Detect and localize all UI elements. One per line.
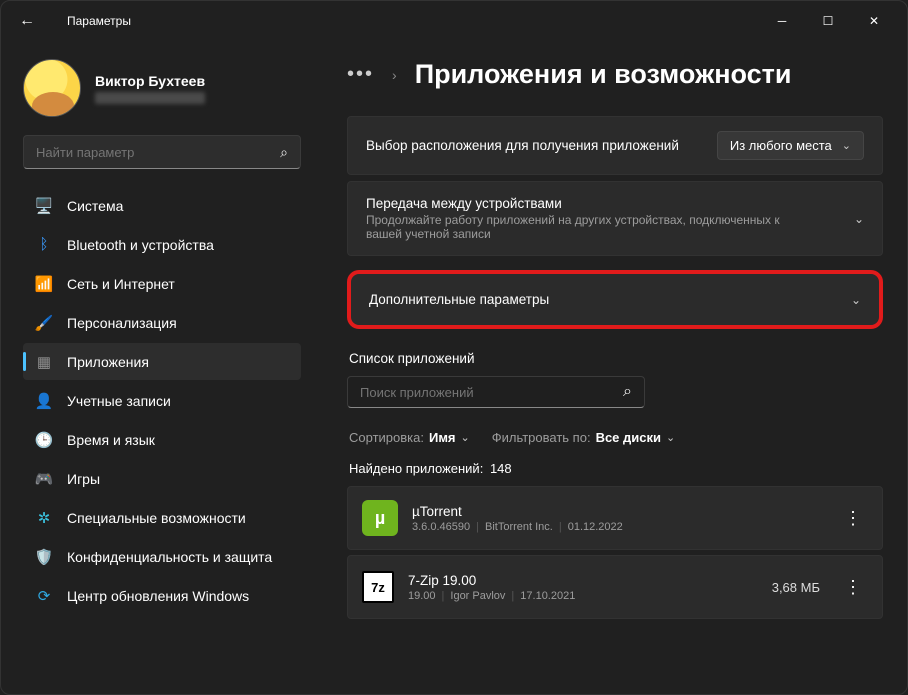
nav-icon: 🖥️: [35, 197, 53, 215]
sidebar-item-6[interactable]: 🕒 Время и язык: [23, 421, 301, 458]
app-name: 7-Zip 19.00: [408, 573, 772, 588]
nav-icon: 📶: [35, 275, 53, 293]
card-title: Дополнительные параметры: [369, 292, 549, 307]
chevron-down-icon: ⌄: [461, 431, 470, 444]
app-list: µ µTorrent 3.6.0.46590|BitTorrent Inc.|0…: [347, 486, 883, 619]
nav-icon: ᛒ: [35, 236, 53, 254]
window-controls: ─ ☐ ✕: [759, 5, 897, 37]
nav-label: Конфиденциальность и защита: [67, 549, 272, 565]
chevron-down-icon: ⌄: [842, 139, 851, 152]
dropdown-value: Из любого места: [730, 138, 832, 153]
close-button[interactable]: ✕: [851, 5, 897, 37]
app-meta: 3.6.0.46590|BitTorrent Inc.|01.12.2022: [412, 521, 820, 533]
search-icon: ⌕: [623, 383, 632, 401]
app-icon: 7z: [362, 571, 394, 603]
nav-icon: 🕒: [35, 431, 53, 449]
card-app-source[interactable]: Выбор расположения для получения приложе…: [347, 116, 883, 175]
app-icon: µ: [362, 500, 398, 536]
nav-icon: 🛡️: [35, 548, 53, 566]
app-more-button[interactable]: ⋮: [838, 573, 868, 602]
chevron-down-icon: ⌄: [854, 212, 864, 226]
page-title: Приложения и возможности: [415, 59, 792, 90]
sidebar-item-4[interactable]: ▦ Приложения: [23, 343, 301, 380]
nav-label: Система: [67, 198, 123, 214]
sidebar-search[interactable]: ⌕: [23, 135, 301, 169]
maximize-button[interactable]: ☐: [805, 5, 851, 37]
app-search[interactable]: ⌕: [347, 376, 645, 408]
nav-label: Специальные возможности: [67, 510, 246, 526]
sidebar: Виктор Бухтеев ⌕ 🖥️ Система ᛒ Bluetooth и у…: [1, 41, 313, 694]
content-area: ••• › Приложения и возможности Выбор рас…: [313, 41, 907, 694]
chevron-right-icon: ›: [392, 67, 397, 83]
user-email-blurred: [95, 92, 205, 104]
sidebar-item-1[interactable]: ᛒ Bluetooth и устройства: [23, 226, 301, 263]
user-card[interactable]: Виктор Бухтеев: [23, 59, 301, 117]
sidebar-item-5[interactable]: 👤 Учетные записи: [23, 382, 301, 419]
card-cross-device[interactable]: Передача между устройствами Продолжайте …: [347, 181, 883, 256]
nav-label: Сеть и Интернет: [67, 276, 175, 292]
user-name: Виктор Бухтеев: [95, 73, 205, 89]
sidebar-item-10[interactable]: ⟳ Центр обновления Windows: [23, 577, 301, 614]
chevron-down-icon: ⌄: [666, 431, 675, 444]
sidebar-item-3[interactable]: 🖌️ Персонализация: [23, 304, 301, 341]
breadcrumb-more-icon[interactable]: •••: [347, 63, 374, 86]
nav-icon: ⟳: [35, 587, 53, 605]
search-input[interactable]: [36, 145, 280, 160]
window-caption: Параметры: [67, 14, 131, 28]
nav-icon: 👤: [35, 392, 53, 410]
chevron-down-icon: ⌄: [851, 293, 861, 307]
nav-label: Приложения: [67, 354, 149, 370]
sidebar-item-9[interactable]: 🛡️ Конфиденциальность и защита: [23, 538, 301, 575]
section-heading-apps: Список приложений: [349, 351, 883, 366]
sort-dropdown[interactable]: Сортировка: Имя ⌄: [349, 430, 470, 445]
app-more-button[interactable]: ⋮: [838, 504, 868, 533]
nav-icon: 🎮: [35, 470, 53, 488]
app-size: 3,68 МБ: [772, 580, 820, 595]
nav-icon: ✲: [35, 509, 53, 527]
nav-label: Центр обновления Windows: [67, 588, 249, 604]
app-meta: 19.00|Igor Pavlov|17.10.2021: [408, 590, 772, 602]
title-bar: ← Параметры ─ ☐ ✕: [1, 1, 907, 41]
sort-filter-row: Сортировка: Имя ⌄ Фильтровать по: Все ди…: [349, 430, 883, 445]
minimize-button[interactable]: ─: [759, 5, 805, 37]
avatar: [23, 59, 81, 117]
card-title: Выбор расположения для получения приложе…: [366, 138, 717, 153]
app-row[interactable]: 7z 7-Zip 19.00 19.00|Igor Pavlov|17.10.2…: [347, 555, 883, 619]
nav-label: Игры: [67, 471, 100, 487]
card-additional-params[interactable]: Дополнительные параметры ⌄: [347, 270, 883, 329]
nav-icon: ▦: [35, 353, 53, 371]
card-title: Передача между устройствами: [366, 196, 844, 211]
card-subtitle: Продолжайте работу приложений на других …: [366, 213, 796, 241]
sidebar-item-2[interactable]: 📶 Сеть и Интернет: [23, 265, 301, 302]
apps-found-count: Найдено приложений: 148: [349, 461, 883, 476]
back-button[interactable]: ←: [19, 12, 49, 30]
app-source-dropdown[interactable]: Из любого места ⌄: [717, 131, 864, 160]
app-row[interactable]: µ µTorrent 3.6.0.46590|BitTorrent Inc.|0…: [347, 486, 883, 550]
search-icon: ⌕: [280, 144, 288, 161]
sidebar-item-7[interactable]: 🎮 Игры: [23, 460, 301, 497]
breadcrumb: ••• › Приложения и возможности: [347, 59, 883, 90]
app-name: µTorrent: [412, 504, 820, 519]
nav-label: Персонализация: [67, 315, 177, 331]
app-search-input[interactable]: [360, 385, 623, 400]
filter-dropdown[interactable]: Фильтровать по: Все диски ⌄: [492, 430, 675, 445]
nav-icon: 🖌️: [35, 314, 53, 332]
nav-label: Bluetooth и устройства: [67, 237, 214, 253]
sidebar-item-8[interactable]: ✲ Специальные возможности: [23, 499, 301, 536]
nav-label: Учетные записи: [67, 393, 171, 409]
nav-list: 🖥️ Система ᛒ Bluetooth и устройства 📶 Сеть и …: [23, 187, 301, 614]
sidebar-item-0[interactable]: 🖥️ Система: [23, 187, 301, 224]
nav-label: Время и язык: [67, 432, 155, 448]
